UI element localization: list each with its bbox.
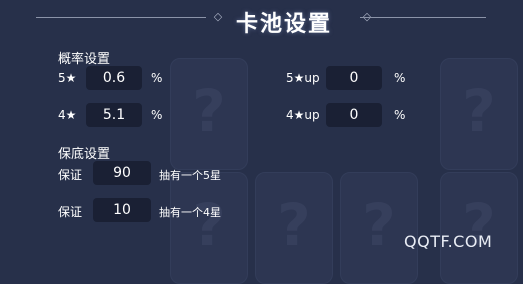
four-star-rate-input[interactable]: 5.1 bbox=[86, 103, 142, 127]
five-star-rate-unit: % bbox=[151, 71, 163, 85]
four-star-rate-unit: % bbox=[151, 108, 163, 122]
background-card: ? bbox=[170, 58, 248, 170]
five-star-rate-input[interactable]: 0.6 bbox=[86, 66, 142, 90]
guarantee-label: 保证 bbox=[58, 168, 83, 182]
probability-section-title: 概率设置 bbox=[58, 52, 111, 67]
header-divider-left bbox=[36, 17, 206, 18]
five-star-pity-input[interactable]: 90 bbox=[93, 161, 151, 185]
background-card: ? bbox=[255, 172, 333, 284]
five-star-up-rate-input[interactable]: 0 bbox=[326, 66, 382, 90]
header: ◇ 卡池设置 ◇ bbox=[0, 0, 523, 40]
guarantee-label: 保证 bbox=[58, 205, 83, 219]
background-card: ? bbox=[170, 172, 248, 284]
four-star-up-rate-input[interactable]: 0 bbox=[326, 103, 382, 127]
background-card: ? bbox=[440, 58, 518, 170]
ornament-diamond-icon: ◇ bbox=[213, 10, 223, 23]
background-card: ? bbox=[340, 172, 418, 284]
four-star-up-rate-unit: % bbox=[394, 108, 406, 122]
five-star-up-label: 5★up bbox=[286, 71, 320, 85]
header-divider-right bbox=[360, 17, 486, 18]
question-mark-glyph: ? bbox=[192, 191, 226, 259]
question-mark-glyph: ? bbox=[277, 191, 311, 259]
watermark: QQTF.COM bbox=[404, 232, 493, 251]
four-star-pity-input[interactable]: 10 bbox=[93, 198, 151, 222]
five-star-label: 5★ bbox=[58, 71, 77, 85]
five-star-up-rate-unit: % bbox=[394, 71, 406, 85]
background-card: ? bbox=[440, 172, 518, 284]
five-star-pity-note: 抽有一个5星 bbox=[159, 169, 221, 182]
four-star-label: 4★ bbox=[58, 108, 77, 122]
four-star-pity-note: 抽有一个4星 bbox=[159, 206, 221, 219]
question-mark-glyph: ? bbox=[462, 77, 496, 145]
question-mark-glyph: ? bbox=[192, 77, 226, 145]
four-star-up-label: 4★up bbox=[286, 108, 320, 122]
page-title: 卡池设置 bbox=[236, 12, 333, 37]
guarantee-section-title: 保底设置 bbox=[58, 147, 111, 162]
